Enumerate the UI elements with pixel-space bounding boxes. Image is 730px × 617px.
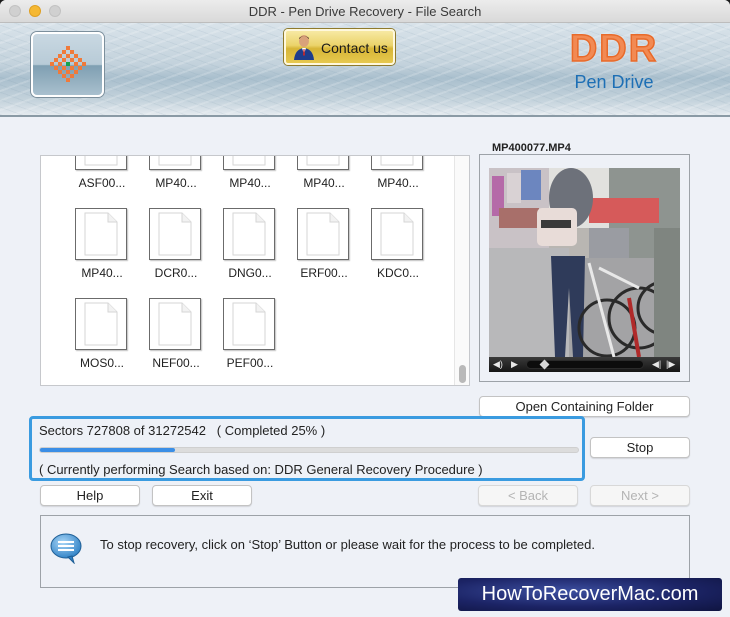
app-logo — [31, 32, 104, 97]
file-icon — [232, 302, 266, 346]
file-icon — [84, 212, 118, 256]
recovered-files-list[interactable]: ASF00... MP40... MP40... MP40... MP40... MP40… — [40, 155, 470, 386]
file-thumbnail — [371, 208, 423, 260]
file-thumbnail — [223, 156, 275, 170]
contact-us-label: Contact us — [321, 40, 388, 56]
watermark-banner: HowToRecoverMac.com — [458, 578, 722, 611]
file-name: PEF00... — [226, 356, 274, 370]
file-item[interactable]: MP40... — [65, 208, 139, 298]
brand-subtitle: Pen Drive — [574, 72, 654, 92]
step-forward-icon[interactable]: |▶ — [666, 359, 675, 370]
file-icon — [306, 156, 340, 166]
video-controls: ◀) ▶ ◀| |▶ — [489, 357, 680, 372]
open-containing-folder-button[interactable]: Open Containing Folder — [479, 396, 690, 417]
file-thumbnail — [75, 298, 127, 350]
file-icon — [158, 212, 192, 256]
file-name: MP40... — [303, 176, 345, 190]
brand-title: DDR — [569, 28, 659, 70]
file-list-scrollbar[interactable] — [454, 156, 469, 385]
file-item[interactable]: MOS0... — [65, 298, 139, 385]
info-message-text: To stop recovery, click on ‘Stop’ Button… — [100, 537, 595, 552]
exit-button[interactable]: Exit — [152, 485, 252, 506]
speech-bubble-icon — [50, 533, 82, 564]
file-name: MP40... — [229, 176, 271, 190]
file-item[interactable]: NEF00... — [139, 298, 213, 385]
file-name: DNG0... — [228, 266, 272, 280]
file-thumbnail — [297, 208, 349, 260]
file-item[interactable]: KDC0... — [361, 208, 435, 298]
file-item[interactable]: DCR0... — [139, 208, 213, 298]
logo-cell — [82, 78, 86, 82]
preview-filename: MP400077.MP4 — [486, 142, 577, 154]
file-thumbnail — [149, 156, 201, 170]
file-thumbnail — [149, 298, 201, 350]
file-name: DCR0... — [154, 266, 198, 280]
file-thumbnail — [75, 156, 127, 170]
file-thumbnail — [223, 208, 275, 260]
next-button[interactable]: Next > — [590, 485, 690, 506]
file-thumbnail — [75, 208, 127, 260]
file-icon — [232, 156, 266, 166]
file-name: MOS0... — [79, 356, 124, 370]
file-icon — [232, 212, 266, 256]
file-name: MP40... — [377, 176, 419, 190]
file-item[interactable]: PEF00... — [213, 298, 287, 385]
file-icon — [380, 156, 414, 166]
sectors-progress-text: Sectors 727808 of 31272542 ( Completed 2… — [39, 423, 326, 438]
file-item[interactable]: MP40... — [361, 156, 435, 208]
play-icon[interactable]: ▶ — [511, 359, 518, 370]
file-icon — [306, 212, 340, 256]
file-name: MP40... — [155, 176, 197, 190]
brand-logo: DDR Pen Drive — [566, 28, 662, 93]
file-thumbnail — [149, 208, 201, 260]
contact-us-button[interactable]: Contact us — [284, 29, 395, 65]
back-button[interactable]: < Back — [478, 485, 578, 506]
seek-bar[interactable] — [526, 359, 644, 370]
video-player[interactable]: ◀) ▶ ◀| |▶ — [489, 168, 680, 372]
search-status-text: ( Currently performing Search based on: … — [39, 462, 483, 477]
app-window: DDR - Pen Drive Recovery - File Search C… — [0, 0, 730, 617]
step-back-icon[interactable]: ◀| — [652, 359, 661, 370]
person-icon — [294, 35, 314, 60]
video-frame-image — [489, 168, 680, 357]
file-thumbnail — [371, 156, 423, 170]
file-icon — [158, 156, 192, 166]
file-thumbnail — [223, 298, 275, 350]
logo-icon — [50, 46, 86, 82]
seek-knob[interactable] — [539, 359, 550, 370]
header-banner: Contact us DDR Pen Drive — [0, 23, 730, 117]
file-icon — [84, 302, 118, 346]
scrollbar-thumb[interactable] — [459, 365, 466, 383]
progress-panel: Sectors 727808 of 31272542 ( Completed 2… — [29, 416, 585, 481]
file-name: KDC0... — [376, 266, 419, 280]
progress-bar-fill — [40, 448, 175, 452]
file-name: NEF00... — [152, 356, 200, 370]
file-icon — [158, 302, 192, 346]
file-item[interactable]: DNG0... — [213, 208, 287, 298]
stop-button[interactable]: Stop — [590, 437, 690, 458]
help-button[interactable]: Help — [40, 485, 140, 506]
file-grid: ASF00... MP40... MP40... MP40... MP40... MP40… — [41, 156, 455, 385]
file-item[interactable]: MP40... — [139, 156, 213, 208]
file-item[interactable]: ASF00... — [65, 156, 139, 208]
file-name: ASF00... — [78, 176, 126, 190]
volume-icon[interactable]: ◀) — [493, 359, 503, 370]
file-thumbnail — [297, 156, 349, 170]
file-name: ERF00... — [300, 266, 348, 280]
file-icon — [380, 212, 414, 256]
file-icon — [84, 156, 118, 166]
file-item[interactable]: ERF00... — [287, 208, 361, 298]
file-name: MP40... — [81, 266, 123, 280]
file-item[interactable]: MP40... — [287, 156, 361, 208]
window-title: DDR - Pen Drive Recovery - File Search — [248, 4, 482, 19]
title-bar: DDR - Pen Drive Recovery - File Search — [0, 0, 730, 23]
file-item[interactable]: MP40... — [213, 156, 287, 208]
progress-bar — [39, 447, 579, 453]
